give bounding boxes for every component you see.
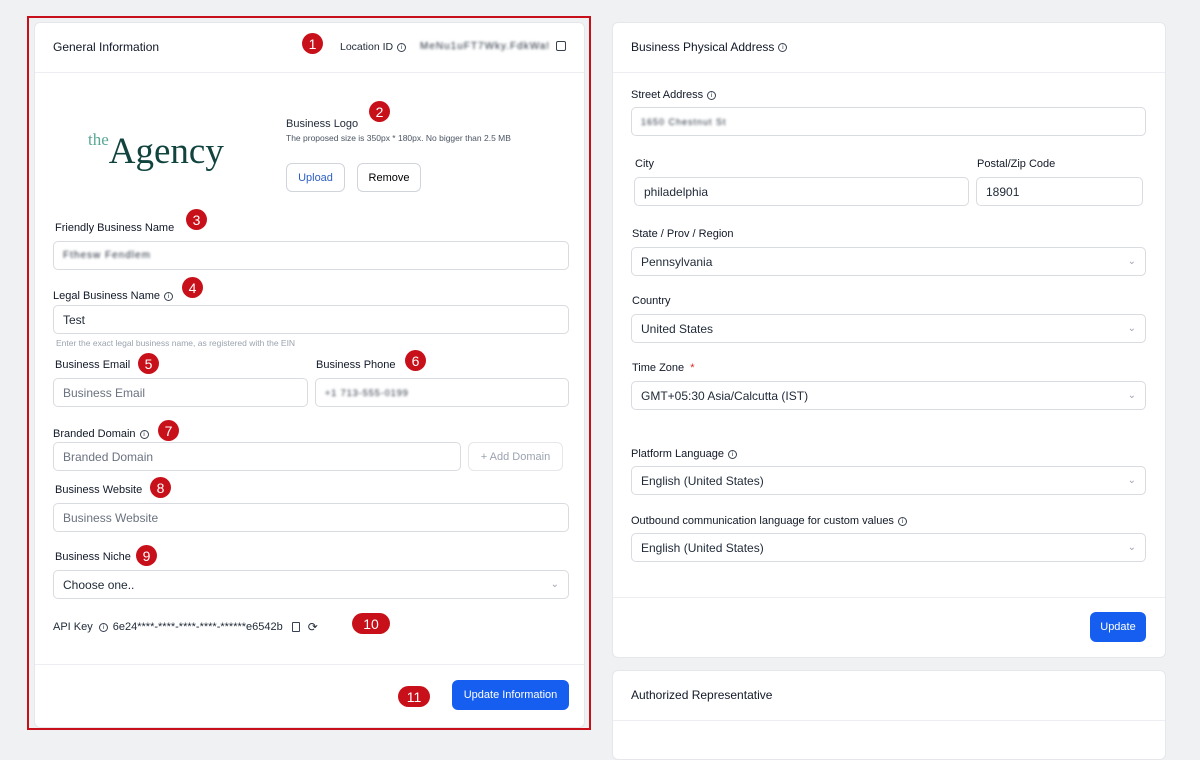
authorized-representative-card xyxy=(612,670,1166,760)
refresh-icon[interactable]: ⟳ xyxy=(308,620,318,634)
chevron-down-icon: ⌄ xyxy=(550,579,559,590)
info-icon: i xyxy=(139,429,149,439)
business-logo-label: Business Logo xyxy=(286,118,359,130)
platform-language-select[interactable]: English (United States) ⌄ xyxy=(631,466,1146,495)
friendly-name-label: Friendly Business Name xyxy=(55,222,175,234)
chevron-down-icon: ⌄ xyxy=(1127,256,1136,267)
upload-button[interactable]: Upload xyxy=(286,163,345,192)
api-key-value: 6e24****-****-****-****-******e6542b xyxy=(112,621,283,633)
location-id-value: MeNu1uFT7Wky.FdkWaf5 xyxy=(420,41,548,52)
chevron-down-icon: ⌄ xyxy=(1127,323,1136,334)
business-email-input[interactable]: Business Email xyxy=(53,378,308,407)
annotation-badge: 6 xyxy=(405,350,426,371)
business-phone-label: Business Phone xyxy=(316,359,396,371)
info-icon: i xyxy=(164,291,174,301)
chevron-down-icon: ⌄ xyxy=(1127,390,1136,401)
chevron-down-icon: ⌄ xyxy=(1127,475,1136,486)
street-input[interactable]: 1650 Chestnut St xyxy=(631,107,1146,136)
business-address-title: Business Physical Address i xyxy=(631,40,788,54)
annotation-badge: 2 xyxy=(369,101,390,122)
annotation-badge: 10 xyxy=(352,613,390,634)
country-select[interactable]: United States ⌄ xyxy=(631,314,1146,343)
annotation-badge: 7 xyxy=(158,420,179,441)
branded-domain-label: Branded Domain i xyxy=(53,428,149,440)
update-address-button[interactable]: Update xyxy=(1090,612,1146,642)
clipboard-icon[interactable] xyxy=(291,622,300,632)
business-niche-label: Business Niche xyxy=(55,551,131,563)
business-website-input[interactable]: Business Website xyxy=(53,503,569,532)
annotation-badge: 5 xyxy=(138,353,159,374)
info-icon: i xyxy=(707,90,717,100)
info-icon: i xyxy=(98,622,108,632)
business-website-label: Business Website xyxy=(55,484,143,496)
legal-name-label: Legal Business Name i xyxy=(53,290,174,302)
business-phone-input[interactable]: +1 713-555-0199 xyxy=(315,378,569,407)
timezone-label: Time Zone * xyxy=(632,362,695,374)
zip-input[interactable]: 18901 xyxy=(976,177,1143,206)
info-icon: i xyxy=(897,516,907,526)
country-label: Country xyxy=(632,295,671,307)
outbound-language-label: Outbound communication language for cust… xyxy=(631,515,907,527)
location-id-label: Location ID i xyxy=(340,41,407,53)
authorized-representative-title: Authorized Representative xyxy=(631,688,773,702)
annotation-badge: 4 xyxy=(182,277,203,298)
chevron-down-icon: ⌄ xyxy=(1127,542,1136,553)
annotation-badge: 9 xyxy=(136,545,157,566)
annotation-badge: 11 xyxy=(398,686,430,707)
state-label: State / Prov / Region xyxy=(632,228,734,240)
city-input[interactable]: philadelphia xyxy=(634,177,969,206)
update-information-button[interactable]: Update Information xyxy=(452,680,569,710)
info-icon: i xyxy=(397,42,407,52)
copy-icon[interactable] xyxy=(556,41,566,51)
annotation-badge: 1 xyxy=(302,33,323,54)
info-icon: i xyxy=(727,449,737,459)
zip-label: Postal/Zip Code xyxy=(977,158,1056,170)
api-key-label: API Key xyxy=(53,621,93,633)
state-select[interactable]: Pennsylvania ⌄ xyxy=(631,247,1146,276)
outbound-language-select[interactable]: English (United States) ⌄ xyxy=(631,533,1146,562)
street-label: Street Address i xyxy=(631,89,717,101)
city-label: City xyxy=(635,158,654,170)
branded-domain-input[interactable]: Branded Domain xyxy=(53,442,461,471)
info-icon: i xyxy=(778,43,788,53)
annotation-badge: 3 xyxy=(186,209,207,230)
business-niche-select[interactable]: Choose one.. ⌄ xyxy=(53,570,569,599)
add-domain-button[interactable]: + Add Domain xyxy=(468,442,563,471)
platform-language-label: Platform Language i xyxy=(631,448,737,460)
annotation-badge: 8 xyxy=(150,477,171,498)
friendly-name-input[interactable]: Fthesw Fendlem xyxy=(53,241,569,270)
api-key-row: API Key i 6e24****-****-****-****-******e… xyxy=(53,620,318,634)
timezone-select[interactable]: GMT+05:30 Asia/Calcutta (IST) ⌄ xyxy=(631,381,1146,410)
legal-name-hint: Enter the exact legal business name, as … xyxy=(56,338,296,348)
remove-button[interactable]: Remove xyxy=(357,163,421,192)
general-information-title: General Information xyxy=(53,40,160,54)
legal-name-input[interactable]: Test xyxy=(53,305,569,334)
business-logo-hint: The proposed size is 350px * 180px. No b… xyxy=(286,133,511,143)
business-logo-image: theAgency xyxy=(88,130,224,172)
business-email-label: Business Email xyxy=(55,359,131,371)
